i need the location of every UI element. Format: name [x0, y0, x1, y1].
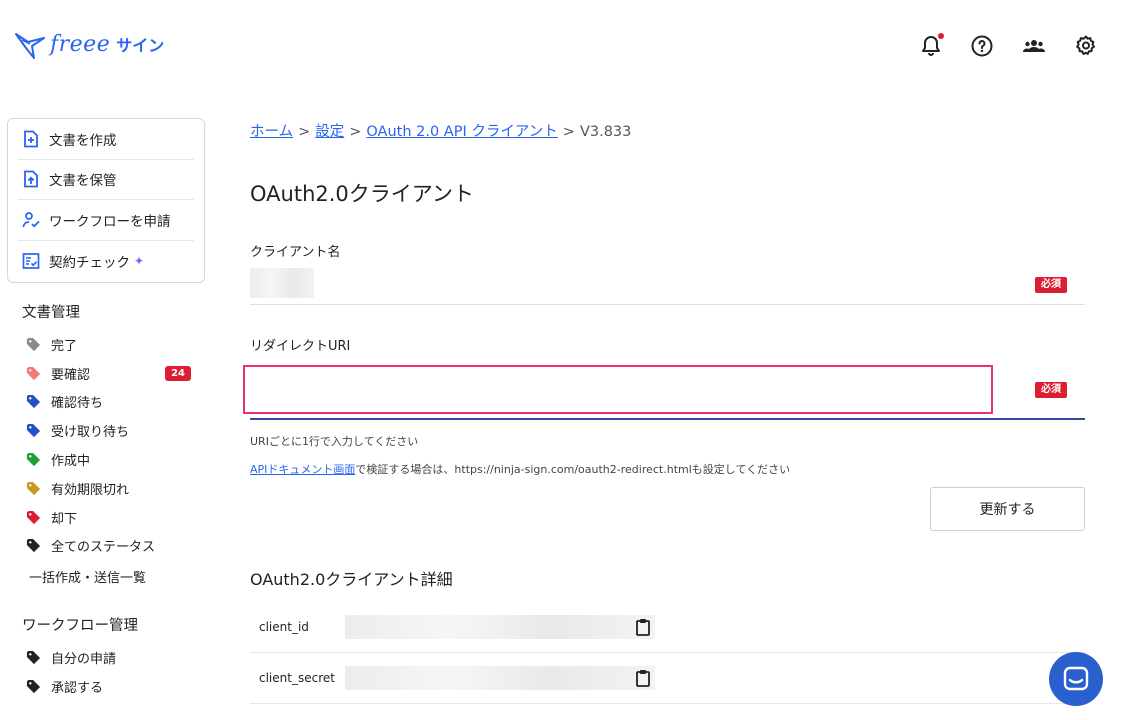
status-item[interactable]: 作成中	[26, 445, 196, 474]
update-button[interactable]: 更新する	[930, 487, 1085, 531]
users-icon	[1023, 40, 1045, 52]
document-management-title: 文書管理	[22, 305, 80, 321]
bulk-send-list-link[interactable]: 一括作成・送信一覧	[29, 567, 146, 586]
client-details-title: OAuth2.0クライアント詳細	[250, 570, 453, 589]
tag-icon	[26, 650, 41, 664]
breadcrumb-current: V3.833	[579, 124, 632, 140]
tag-icon	[26, 337, 41, 351]
client-secret-value	[345, 666, 655, 690]
tag-icon	[26, 453, 41, 467]
breadcrumb-oauth-clients[interactable]: OAuth 2.0 API クライアント	[366, 124, 557, 140]
redirect-uri-input[interactable]	[243, 365, 993, 414]
chat-icon	[1063, 666, 1089, 691]
breadcrumb-separator: >	[562, 124, 575, 140]
status-label: 自分の申請	[51, 651, 117, 667]
bird-logo-icon	[15, 33, 45, 59]
notification-dot	[938, 33, 944, 39]
required-badge: 必須	[1035, 382, 1067, 398]
chat-support-button[interactable]	[1049, 652, 1103, 706]
breadcrumb: ホーム > 設定 > OAuth 2.0 API クライアント > V3.833	[250, 120, 631, 141]
tag-icon	[26, 679, 41, 693]
client-name-label: クライアント名	[250, 245, 341, 260]
status-label: 却下	[51, 511, 78, 527]
client-secret-key: client_secret	[259, 671, 335, 685]
create-document-button[interactable]: 文書を作成	[18, 119, 194, 160]
workflow-list: 自分の申請 承認する	[26, 643, 196, 701]
logo-subtext: サイン	[116, 36, 165, 55]
status-list: 完了要確認 24 確認待ち受け取り待ち 作成中有効期限切れ 却下全てのステータス	[26, 330, 196, 560]
help-button[interactable]	[969, 33, 995, 59]
status-label: 作成中	[51, 454, 91, 470]
gear-icon	[1076, 35, 1095, 55]
count-badge: 24	[165, 365, 191, 381]
notification-button[interactable]	[918, 33, 944, 59]
status-label: 要確認	[51, 367, 91, 383]
redirect-uri-label: リダイレクトURI	[250, 339, 351, 354]
contract-check-label: 契約チェック	[49, 254, 130, 271]
required-badge: 必須	[1035, 277, 1067, 293]
tag-icon	[26, 366, 41, 380]
tag-icon	[26, 510, 41, 524]
uri-hint-text: URIごとに1行で入力してください	[250, 435, 419, 448]
status-item[interactable]: 承認する	[26, 672, 196, 701]
breadcrumb-separator: >	[349, 124, 362, 140]
status-item[interactable]: 確認待ち	[26, 388, 196, 417]
api-doc-hint-rest: で検証する場合は、https://ninja-sign.com/oauth2-r…	[355, 463, 791, 476]
status-label: 受け取り待ち	[51, 425, 130, 441]
freee-sign-logo[interactable]: freee サイン	[14, 28, 164, 60]
breadcrumb-home[interactable]: ホーム	[250, 124, 293, 140]
client-name-field[interactable]: 必須	[250, 265, 1085, 305]
tag-icon	[26, 481, 41, 495]
status-item[interactable]: 要確認 24	[26, 359, 196, 388]
create-document-label: 文書を作成	[49, 132, 117, 149]
status-item[interactable]: 自分の申請	[26, 643, 196, 672]
apply-workflow-button[interactable]: ワークフローを申請	[18, 200, 194, 241]
status-label: 確認待ち	[51, 396, 104, 412]
store-document-label: 文書を保管	[49, 173, 117, 190]
page-title: OAuth2.0クライアント	[250, 182, 474, 206]
help-icon	[971, 35, 993, 57]
status-item[interactable]: 全てのステータス	[26, 532, 196, 561]
logo-text: freee	[50, 31, 111, 57]
sparkle-icon: ✦	[134, 253, 145, 268]
app-header: freee サイン	[0, 0, 1121, 92]
client-secret-row: client_secret	[250, 653, 1085, 704]
workflow-management-title: ワークフロー管理	[22, 618, 138, 634]
status-item[interactable]: 有効期限切れ	[26, 474, 196, 503]
status-item[interactable]: 受け取り待ち	[26, 416, 196, 445]
settings-button[interactable]	[1073, 33, 1099, 59]
users-button[interactable]	[1021, 33, 1047, 59]
apply-workflow-label: ワークフローを申請	[49, 213, 171, 230]
checklist-icon	[22, 252, 40, 269]
status-label: 有効期限切れ	[51, 482, 130, 498]
status-label: 全てのステータス	[51, 540, 156, 556]
api-document-link[interactable]: APIドキュメント画面	[250, 463, 355, 476]
breadcrumb-settings[interactable]: 設定	[315, 124, 344, 140]
contract-check-button[interactable]: 契約チェック ✦	[18, 241, 194, 282]
client-id-row: client_id	[250, 602, 1085, 653]
quick-actions-card: 文書を作成 文書を保管 ワークフローを申請 契約チェック ✦	[7, 118, 205, 283]
file-plus-icon	[24, 130, 38, 148]
client-id-key: client_id	[259, 620, 309, 634]
tag-icon	[26, 424, 41, 438]
file-upload-icon	[24, 170, 38, 188]
clipboard-icon[interactable]	[635, 669, 651, 687]
store-document-button[interactable]: 文書を保管	[18, 160, 194, 200]
tag-icon	[26, 539, 41, 553]
breadcrumb-separator: >	[298, 124, 311, 140]
status-item[interactable]: 完了	[26, 330, 196, 359]
redacted-client-name	[250, 268, 314, 298]
redacted-client-id	[345, 615, 655, 639]
status-label: 承認する	[51, 680, 104, 696]
tag-icon	[26, 395, 41, 409]
user-check-icon	[22, 211, 40, 228]
redacted-client-secret	[345, 666, 655, 690]
api-doc-hint: APIドキュメント画面で検証する場合は、https://ninja-sign.c…	[250, 461, 790, 477]
client-id-value	[345, 615, 655, 639]
redirect-uri-underline	[250, 418, 1085, 420]
status-label: 完了	[51, 338, 78, 354]
status-item[interactable]: 却下	[26, 503, 196, 532]
clipboard-icon[interactable]	[635, 618, 651, 636]
